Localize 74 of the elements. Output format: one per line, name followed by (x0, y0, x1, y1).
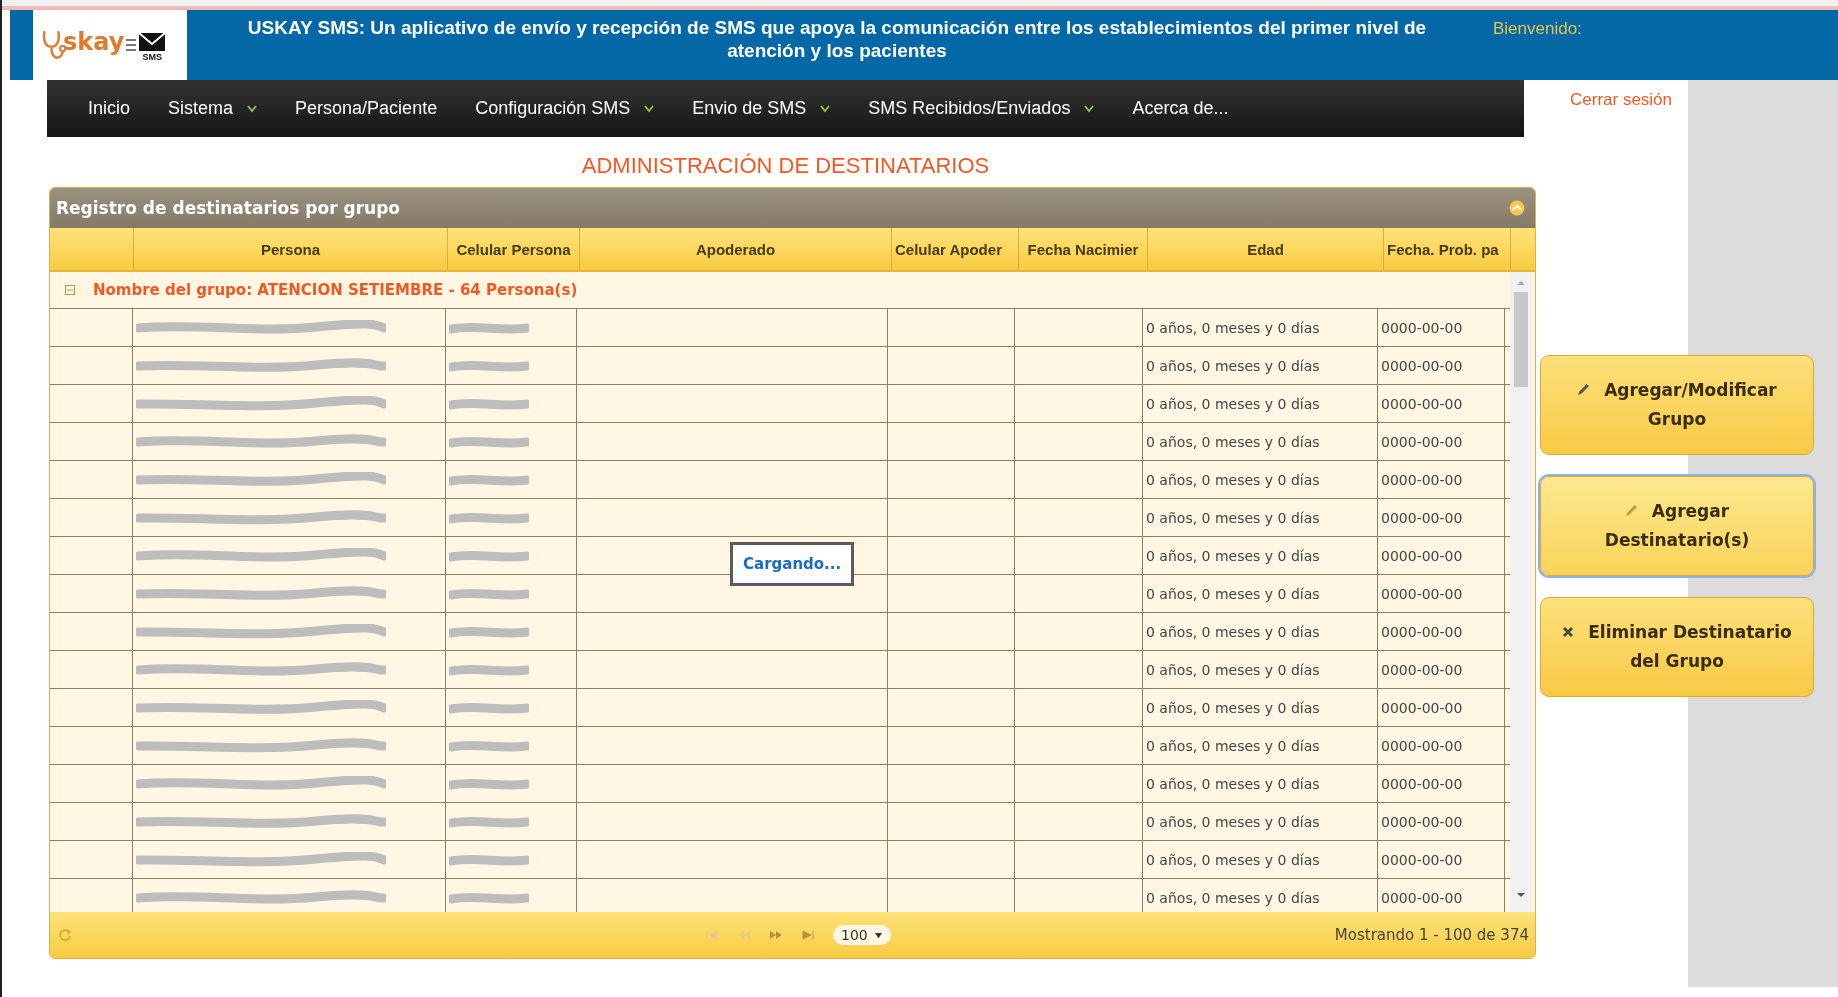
table-cell: 0 años, 0 meses y 0 días (1143, 613, 1378, 650)
table-cell: 0000-00-00 (1378, 765, 1505, 802)
column-header[interactable]: Fecha Nacimier (1019, 228, 1148, 270)
table-cell: 0 años, 0 meses y 0 días (1143, 347, 1378, 384)
table-cell: 0 años, 0 meses y 0 días (1143, 575, 1378, 612)
group-toggle[interactable] (65, 285, 75, 295)
menu-item[interactable]: Sistema (149, 92, 277, 125)
logo-label: SMS (142, 52, 163, 62)
scrollbar-thumb[interactable] (1514, 292, 1528, 387)
table-cell: 0 años, 0 meses y 0 días (1143, 765, 1378, 802)
table-cell: 0 años, 0 meses y 0 días (1143, 689, 1378, 726)
column-header[interactable]: Persona (134, 228, 448, 270)
scrollbar[interactable] (1510, 272, 1532, 912)
welcome-text: Bienvenido: (1493, 18, 1582, 39)
panel-title: Registro de destinatarios por grupo (56, 198, 400, 218)
table-cell: 0000-00-00 (1378, 689, 1505, 726)
table-cell: 0000-00-00 (1378, 385, 1505, 422)
table-cell: 0000-00-00 (1378, 841, 1505, 878)
column-header[interactable]: Apoderado (580, 228, 892, 270)
table-cell: 0000-00-00 (1378, 309, 1505, 346)
menu-item[interactable]: Acerca de... (1113, 92, 1248, 125)
table-cell: 0000-00-00 (1378, 423, 1505, 460)
table-cell: 0 años, 0 meses y 0 días (1143, 803, 1378, 840)
page-title: ADMINISTRACIÓN DE DESTINATARIOS (580, 152, 991, 180)
table-cell: 0000-00-00 (1378, 537, 1505, 574)
column-header[interactable]: Fecha. Prob. pa (1384, 228, 1511, 270)
app-title: USKAY SMS: Un aplicativo de envío y recepción de SMS que apoya la comunicación entre los establecimientos del primer nivel de atención y los pacientes (246, 16, 1428, 62)
first-page-icon[interactable] (705, 930, 719, 940)
loading-message: Cargando... (730, 542, 855, 586)
close-icon (1562, 626, 1575, 638)
action-button[interactable]: Agregar Destinatario(s) (1540, 476, 1814, 576)
table-cell: 0 años, 0 meses y 0 días (1143, 423, 1378, 460)
menu-item[interactable]: Persona/Paciente (276, 92, 457, 125)
next-page-icon[interactable] (769, 930, 783, 940)
column-header[interactable]: Edad (1148, 228, 1384, 270)
page-size-select[interactable]: 100 (833, 925, 891, 945)
pencil-icon (1577, 383, 1591, 396)
last-page-icon[interactable] (801, 930, 815, 940)
speed-lines-icon (126, 39, 137, 51)
envelope-icon (138, 32, 167, 52)
table-cell: 0000-00-00 (1378, 613, 1505, 650)
menu-item[interactable]: Configuración SMS (456, 92, 674, 125)
logo-text: skay (63, 28, 125, 56)
table-cell: 0 años, 0 meses y 0 días (1143, 385, 1378, 422)
menu-item[interactable]: SMS Recibidos/Enviados (849, 92, 1114, 125)
table-cell: 0000-00-00 (1378, 727, 1505, 764)
table-cell: 0 años, 0 meses y 0 días (1143, 651, 1378, 688)
menu-item[interactable]: Inicio (69, 92, 150, 125)
table-cell: 0 años, 0 meses y 0 días (1143, 537, 1378, 574)
previous-page-icon[interactable] (737, 930, 751, 940)
menu-item[interactable]: Envio de SMS (673, 92, 850, 125)
refresh-icon[interactable] (58, 928, 72, 942)
group-label: Nombre del grupo: ATENCION SETIEMBRE - 64 Persona(s) (93, 281, 578, 299)
table-cell: 0 años, 0 meses y 0 días (1143, 499, 1378, 536)
table-cell: 0 años, 0 meses y 0 días (1143, 461, 1378, 498)
table-cell: 0000-00-00 (1378, 651, 1505, 688)
scroll-up-icon[interactable] (1516, 280, 1526, 286)
table-cell: 0 años, 0 meses y 0 días (1143, 841, 1378, 878)
column-header[interactable]: Celular Apoder (892, 228, 1019, 270)
pager-summary: Mostrando 1 - 100 de 374 (1334, 926, 1529, 944)
table-cell: 0000-00-00 (1378, 803, 1505, 840)
table-cell: 0000-00-00 (1378, 499, 1505, 536)
table-cell: 0000-00-00 (1378, 575, 1505, 612)
collapse-icon[interactable] (1509, 200, 1525, 216)
table-cell: 0000-00-00 (1378, 347, 1505, 384)
scroll-down-icon[interactable] (1516, 892, 1526, 898)
table-cell: 0 años, 0 meses y 0 días (1143, 309, 1378, 346)
table-cell: 0000-00-00 (1378, 461, 1505, 498)
action-button[interactable]: Agregar/Modificar Grupo (1540, 355, 1814, 455)
table-cell: 0 años, 0 meses y 0 días (1143, 727, 1378, 764)
action-button[interactable]: Eliminar Destinatario del Grupo (1540, 597, 1814, 697)
column-header[interactable]: Celular Persona (448, 228, 580, 270)
caret-icon (873, 931, 883, 939)
pencil-icon (1624, 504, 1638, 517)
